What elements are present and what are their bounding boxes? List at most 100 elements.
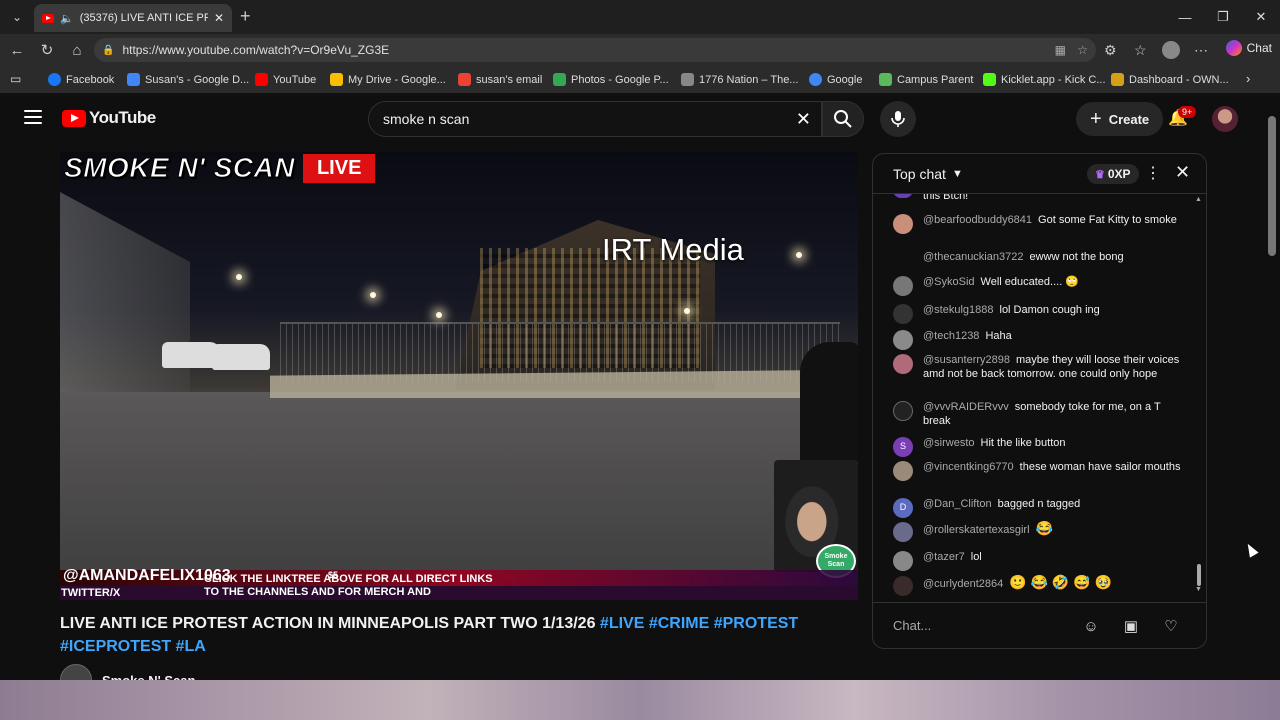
chat-author[interactable]: @vincentking6770 <box>923 461 1014 473</box>
page-scrollbar[interactable] <box>1264 96 1280 676</box>
youtube-logo[interactable]: YouTube <box>62 108 156 128</box>
more-icon[interactable]: ⋯ <box>1194 34 1208 66</box>
close-window-icon[interactable]: ✕ <box>1242 0 1280 34</box>
chat-author[interactable]: @SykoSid <box>923 276 975 288</box>
chat-message-text: lol Damon cough ing <box>999 304 1100 316</box>
chat-avatar[interactable]: S <box>893 437 913 457</box>
url-text: https://www.youtube.com/watch?v=Or9eVu_Z… <box>122 43 390 57</box>
chat-message: this Btch! <box>893 194 1183 204</box>
profile-icon[interactable] <box>1162 34 1180 66</box>
browser-tab-active[interactable]: 🔈 (35376) LIVE ANTI ICE PROTE ✕ <box>34 4 232 32</box>
tab-actions-menu-icon[interactable]: ⌄ <box>0 0 34 34</box>
xp-label: 0XP <box>1107 167 1131 181</box>
favorites-icon[interactable]: ☆ <box>1134 34 1147 66</box>
chat-author[interactable]: @stekulg1888 <box>923 304 994 316</box>
extensions-icon[interactable]: ⚙ <box>1104 34 1117 66</box>
address-field[interactable]: 🔒 https://www.youtube.com/watch?v=Or9eVu… <box>94 38 1096 62</box>
bookmark-favicon-icon <box>127 73 140 86</box>
bookmark-item[interactable]: 1776 Nation – The... <box>681 73 798 86</box>
chat-author[interactable]: @susanterry2898 <box>923 354 1010 366</box>
chat-author[interactable]: @rollerskatertexasgirl <box>923 524 1030 536</box>
bookmark-item[interactable]: susan's email <box>458 73 542 86</box>
hashtag-links[interactable]: #LIVE #CRIME #PROTEST <box>600 615 798 632</box>
home-icon[interactable]: ⌂ <box>62 42 92 59</box>
new-tab-icon[interactable]: + <box>240 6 251 27</box>
chat-author[interactable]: @Dan_Clifton <box>923 498 992 510</box>
close-chat-icon[interactable]: ✕ <box>1175 162 1190 183</box>
chat-message-text: 😂 <box>1035 520 1053 536</box>
chat-avatar[interactable] <box>893 522 913 542</box>
bookmark-label: Facebook <box>66 73 115 86</box>
sidebar-toggle-icon[interactable]: ▭ <box>10 72 21 86</box>
chat-author[interactable]: @tech1238 <box>923 330 979 342</box>
chat-button-label: Chat <box>1246 41 1272 55</box>
super-chat-icon[interactable]: ▣ <box>1121 616 1141 636</box>
bookmark-item[interactable]: Dashboard - OWN... <box>1111 73 1229 86</box>
bookmark-item[interactable]: Kicklet.app - Kick C... <box>983 73 1106 86</box>
video-player[interactable]: SMOKE N' SCAN LIVE IRT Media Smoke Scan … <box>60 152 858 600</box>
chat-scroll-thumb[interactable] <box>1197 564 1201 586</box>
more-bookmarks-chevron-icon[interactable]: › <box>1246 71 1250 86</box>
chat-more-options-icon[interactable]: ⋮ <box>1145 163 1161 183</box>
maximize-icon[interactable]: ❐ <box>1204 0 1242 34</box>
scroll-down-icon[interactable]: ▼ <box>1195 586 1202 593</box>
create-button[interactable]: + Create <box>1076 102 1164 136</box>
search-button[interactable] <box>822 101 864 137</box>
chat-author[interactable]: @thecanuckian3722 <box>923 251 1023 263</box>
favorite-star-icon[interactable]: ☆ <box>1077 43 1088 57</box>
apps-icon[interactable]: ▦ <box>1055 43 1066 57</box>
chat-message-text: ewww not the bong <box>1029 251 1124 263</box>
chat-avatar[interactable] <box>893 214 913 234</box>
live-badge: LIVE <box>302 153 376 183</box>
chat-avatar[interactable]: D <box>893 498 913 518</box>
chat-author[interactable]: @curlydent2864 <box>923 578 1003 590</box>
chat-author[interactable]: @tazer7 <box>923 551 965 563</box>
chat-author[interactable]: @bearfoodbuddy6841 <box>923 214 1032 226</box>
bookmark-item[interactable]: Photos - Google P... <box>553 73 669 86</box>
guide-menu-icon[interactable] <box>24 110 42 124</box>
bookmark-label: 1776 Nation – The... <box>699 73 799 86</box>
chat-avatar[interactable] <box>893 401 913 421</box>
chat-avatar[interactable] <box>893 276 913 296</box>
search-input[interactable]: smoke n scan ✕ <box>368 101 822 137</box>
refresh-icon[interactable]: ↻ <box>32 41 62 59</box>
chat-avatar[interactable] <box>893 551 913 571</box>
hashtag-links[interactable]: #ICEPROTEST #LA <box>60 638 206 655</box>
bookmark-item[interactable]: Facebook <box>48 73 114 86</box>
emoji-picker-icon[interactable]: ☺ <box>1081 616 1101 636</box>
minimize-icon[interactable]: — <box>1166 0 1204 34</box>
page-scroll-thumb[interactable] <box>1268 116 1276 256</box>
voice-search-button[interactable] <box>880 101 916 137</box>
xp-badge[interactable]: ♛ 0XP <box>1087 164 1139 184</box>
chat-mode-dropdown[interactable]: Top chat ▼ <box>893 166 963 182</box>
chat-scrollbar[interactable]: ▲ ▼ <box>1195 196 1202 596</box>
site-info-icon[interactable]: 🔒 <box>102 45 114 56</box>
bookmark-item[interactable]: YouTube <box>255 73 316 86</box>
clear-search-icon[interactable]: ✕ <box>796 109 811 130</box>
chat-input[interactable]: Chat... <box>893 618 1073 633</box>
bookmark-item[interactable]: Susan's - Google D... <box>127 73 249 86</box>
speaker-icon[interactable]: 🔈 <box>60 12 74 25</box>
bookmark-item[interactable]: Google <box>809 73 862 86</box>
bookmark-item[interactable]: My Drive - Google... <box>330 73 446 86</box>
chat-author[interactable]: @sirwesto <box>923 437 975 449</box>
heart-icon[interactable]: ♡ <box>1161 616 1181 636</box>
close-tab-icon[interactable]: ✕ <box>214 11 224 25</box>
chat-message-text: Haha <box>985 330 1012 342</box>
chat-message: @thecanuckian3722 ewww not the bong <box>893 251 1183 271</box>
bookmark-item[interactable]: Campus Parent <box>879 73 973 86</box>
chat-avatar[interactable] <box>893 576 913 596</box>
chat-avatar[interactable] <box>893 354 913 374</box>
chat-avatar[interactable] <box>893 194 913 198</box>
youtube-play-icon <box>62 109 86 127</box>
video-title-text: LIVE ANTI ICE PROTEST ACTION IN MINNEAPO… <box>60 615 596 632</box>
back-icon[interactable]: ← <box>2 42 32 59</box>
copilot-chat-button[interactable]: Chat <box>1225 40 1272 56</box>
account-avatar[interactable] <box>1212 106 1238 132</box>
chat-avatar[interactable] <box>893 330 913 350</box>
chat-author[interactable]: @vvvRAIDERvvv <box>923 401 1009 413</box>
scroll-up-icon[interactable]: ▲ <box>1195 196 1202 203</box>
chat-message: @tazer7 lol <box>893 551 1183 571</box>
chat-avatar[interactable] <box>893 304 913 324</box>
chat-avatar[interactable] <box>893 461 913 481</box>
